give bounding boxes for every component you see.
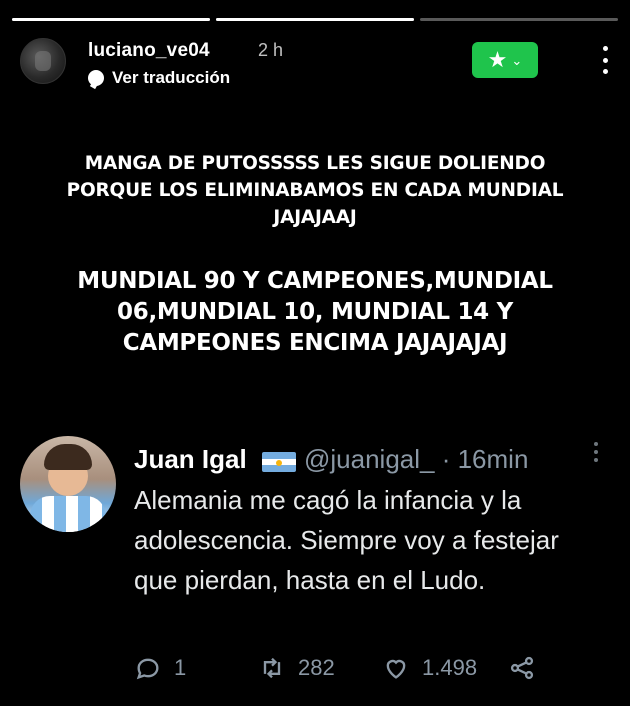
- tweet-handle-time: @juanigal_ · 16min: [304, 444, 529, 474]
- retweet-count: 282: [298, 655, 335, 680]
- progress-segment: [216, 18, 414, 21]
- star-icon: ★: [487, 47, 508, 72]
- embedded-tweet: Juan Igal @juanigal_ · 16min Alemania me…: [20, 436, 610, 696]
- tweet-more-icon: [594, 442, 598, 462]
- story-time: 2 h: [258, 40, 284, 60]
- tweet-author-name: Juan Igal: [134, 444, 247, 474]
- argentina-flag-icon: [262, 452, 296, 472]
- share-icon: [510, 656, 534, 680]
- share-action: [508, 654, 536, 682]
- like-count: 1.498: [422, 655, 478, 680]
- story-caption-1: MANGA DE PUTOSSSSS LES SIGUE DOLIENDO PO…: [66, 153, 564, 228]
- story-caption-2: MUNDIAL 90 Y CAMPEONES,MUNDIAL 06,MUNDIA…: [77, 268, 553, 356]
- progress-segment: [420, 18, 618, 21]
- retweet-icon: [263, 657, 281, 679]
- translate-button[interactable]: Ver traducción: [88, 68, 230, 88]
- close-friends-badge[interactable]: ★ ⌄: [472, 42, 538, 78]
- translate-label: Ver traducción: [112, 68, 231, 87]
- story-progress-bar: [12, 18, 618, 21]
- user-avatar[interactable]: [20, 38, 66, 84]
- speech-bubble-icon: [88, 70, 104, 86]
- username[interactable]: luciano_ve04: [88, 40, 210, 62]
- more-options-icon[interactable]: [600, 46, 610, 74]
- reply-icon: [136, 658, 159, 680]
- progress-segment: [12, 18, 210, 21]
- tweet-actions: 1 282 1.498: [134, 654, 554, 686]
- tweet-text: Alemania me cagó la infancia y la adoles…: [134, 485, 559, 595]
- like-action: 1.498: [382, 654, 477, 682]
- heart-icon: [386, 659, 406, 679]
- tweet-avatar: [20, 436, 116, 532]
- reply-count: 1: [174, 655, 187, 680]
- chevron-down-icon: ⌄: [511, 52, 523, 68]
- retweet-action: 282: [258, 654, 335, 682]
- story-header: luciano_ve04 2 h Ver traducción ★ ⌄: [20, 36, 610, 88]
- reply-action: 1: [134, 654, 186, 682]
